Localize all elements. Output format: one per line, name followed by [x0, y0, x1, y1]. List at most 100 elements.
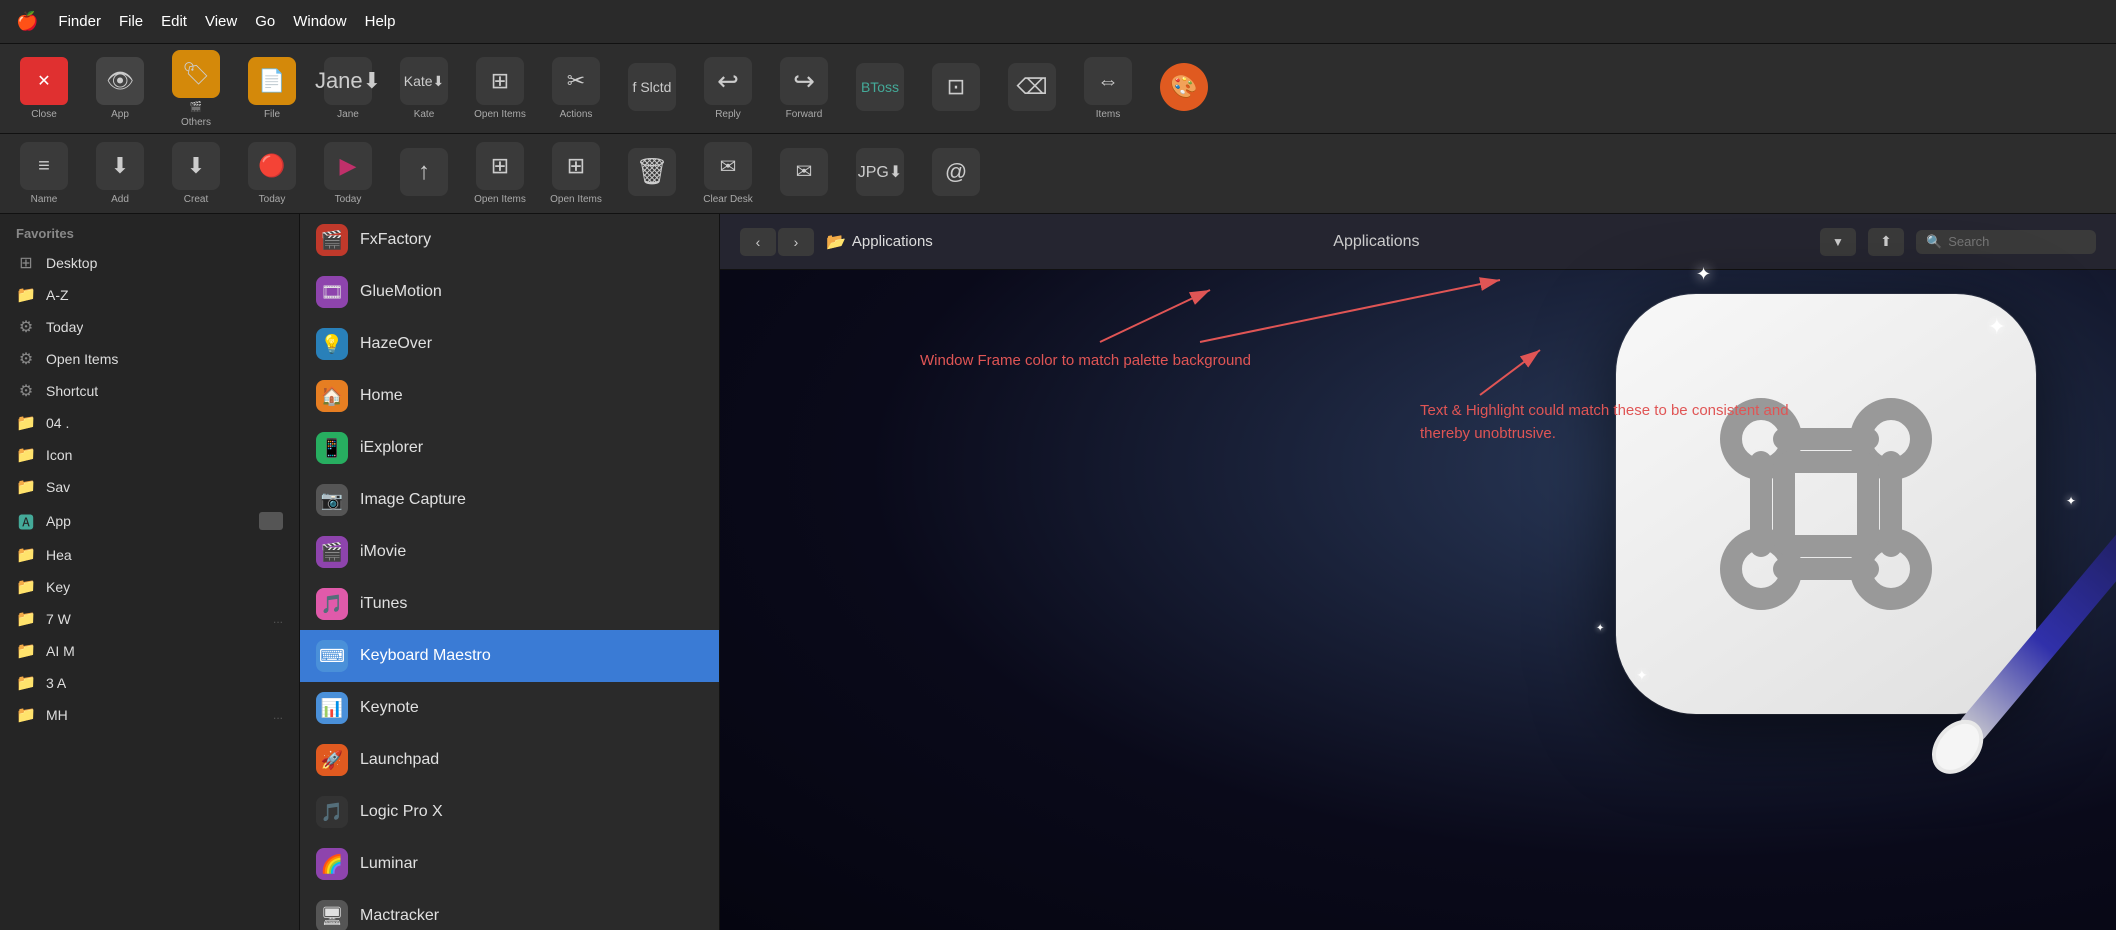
open-items3-button[interactable]: ⊞ Open Items — [540, 134, 612, 214]
clear-icon-button[interactable]: ⌫ — [996, 49, 1068, 129]
jane-button[interactable]: Jane⬇ Jane — [312, 49, 384, 129]
app-list-item-logic-pro[interactable]: 🎵 Logic Pro X — [300, 786, 719, 838]
app-list-item-imovie[interactable]: 🎬 iMovie — [300, 526, 719, 578]
app-list-item-fxfactory[interactable]: 🎬 FxFactory — [300, 214, 719, 266]
home-icon: 🏠 — [316, 380, 348, 412]
sidebar-item-today[interactable]: ⚙ Today — [0, 311, 299, 343]
up-arrow-button[interactable]: ↑ — [388, 134, 460, 214]
app-list-item-luminar[interactable]: 🌈 Luminar — [300, 838, 719, 890]
sidebar-item-az[interactable]: 📁 A-Z — [0, 279, 299, 311]
sidebar-item-04[interactable]: 📁 04 . — [0, 407, 299, 439]
topbar-right: ▼ ⬆ 🔍 — [1820, 228, 2096, 256]
clear-desk-button[interactable]: ✉ Clear Desk — [692, 134, 764, 214]
app-list-item-keynote[interactable]: 📊 Keynote — [300, 682, 719, 734]
email-button[interactable]: ✉ — [768, 134, 840, 214]
split-button[interactable]: ⊡ — [920, 49, 992, 129]
sidebar-item-aim[interactable]: 📁 AI M — [0, 635, 299, 667]
sidebar-today-label: Today — [46, 319, 83, 335]
apple-menu[interactable]: 🍎 — [16, 11, 38, 32]
open-items2-label: Open Items — [474, 194, 526, 205]
sidebar-item-3a[interactable]: 📁 3 A — [0, 667, 299, 699]
app-list-panel: 🎬 FxFactory 🎞 GlueMotion 💡 HazeOver 🏠 Ho… — [300, 214, 720, 930]
app-list-item-keyboard-maestro[interactable]: ⌨ Keyboard Maestro — [300, 630, 719, 682]
menu-window[interactable]: Window — [293, 13, 346, 30]
file-label: File — [264, 109, 280, 120]
trash-icon: 🗑 — [628, 148, 676, 196]
share-button[interactable]: ⬆ — [1868, 228, 1904, 256]
clear-x-icon: ⌫ — [1008, 63, 1056, 111]
luminar-label: Luminar — [360, 855, 418, 873]
today2-button[interactable]: ▶ Today — [312, 134, 384, 214]
file-button[interactable]: 📄 File — [236, 49, 308, 129]
app-list-item-home[interactable]: 🏠 Home — [300, 370, 719, 422]
actions-icon: ✂ — [552, 57, 600, 105]
sidebar-item-app[interactable]: 🅰 App — [0, 503, 299, 539]
menu-edit[interactable]: Edit — [161, 13, 187, 30]
menu-file[interactable]: File — [119, 13, 143, 30]
open-items-label: Open Items — [474, 109, 526, 120]
toolbar-row1: ✕ Close 👁 App 🏷 🎬 Others 📄 File Jane⬇ Ja… — [0, 44, 2116, 134]
forward-nav-button[interactable]: › — [778, 228, 814, 256]
reply-button[interactable]: ↩ Reply — [692, 49, 764, 129]
menu-view[interactable]: View — [205, 13, 237, 30]
kate-button[interactable]: Kate⬇ Kate — [388, 49, 460, 129]
sidebar-item-open-items[interactable]: ⚙ Open Items — [0, 343, 299, 375]
app-button[interactable]: 👁 App — [84, 49, 156, 129]
folder-key-icon: 📁 — [16, 577, 36, 597]
today1-button[interactable]: 🔴 Today — [236, 134, 308, 214]
kate-label: Kate — [414, 109, 435, 120]
actions-button[interactable]: ✂ Actions — [540, 49, 612, 129]
content-topbar: ‹ › 📂 Applications Applications ▼ ⬆ — [720, 214, 2116, 270]
open-items2-icon: ⊞ — [476, 142, 524, 190]
menu-help[interactable]: Help — [365, 13, 396, 30]
fslctd-button[interactable]: f Slctd — [616, 49, 688, 129]
mactracker-icon: 🖥 — [316, 900, 348, 930]
add-button[interactable]: ⬇ Add — [84, 134, 156, 214]
search-input[interactable] — [1948, 234, 2068, 249]
app-list-item-mactracker[interactable]: 🖥 Mactracker — [300, 890, 719, 930]
mailto-button[interactable]: @ — [920, 134, 992, 214]
open-items-button[interactable]: ⊞ Open Items — [464, 49, 536, 129]
trash-button[interactable]: 🗑 — [616, 134, 688, 214]
palette-button[interactable]: 🎨 — [1148, 49, 1220, 129]
sidebar-item-icon[interactable]: 📁 Icon — [0, 439, 299, 471]
open-items2-button[interactable]: ⊞ Open Items — [464, 134, 536, 214]
today1-icon: 🔴 — [248, 142, 296, 190]
content-area: ‹ › 📂 Applications Applications ▼ ⬆ — [720, 214, 2116, 930]
view-dropdown-button[interactable]: ▼ — [1820, 228, 1856, 256]
app-list-item-launchpad[interactable]: 🚀 Launchpad — [300, 734, 719, 786]
sidebar-item-7w[interactable]: 📁 7 W ... — [0, 603, 299, 635]
app-list-item-gluemotion[interactable]: 🎞 GlueMotion — [300, 266, 719, 318]
sidebar-item-hea[interactable]: 📁 Hea — [0, 539, 299, 571]
app-list-item-iexplorer[interactable]: 📱 iExplorer — [300, 422, 719, 474]
view-chevron-icon: ▼ — [1832, 235, 1844, 249]
sidebar-item-desktop[interactable]: ⊞ Desktop — [0, 247, 299, 279]
close-button[interactable]: ✕ Close — [8, 49, 80, 129]
breadcrumb: 📂 Applications — [826, 232, 933, 252]
others-label: 🎬 — [190, 102, 202, 113]
clear-desk-icon: ✉ — [704, 142, 752, 190]
command-symbol-svg — [1696, 374, 1956, 634]
sidebar-item-sav[interactable]: 📁 Sav — [0, 471, 299, 503]
jpg-button[interactable]: JPG⬇ — [844, 134, 916, 214]
menu-go[interactable]: Go — [255, 13, 275, 30]
app-list-item-hazeover[interactable]: 💡 HazeOver — [300, 318, 719, 370]
nav-buttons: ‹ › — [740, 228, 814, 256]
forward-nav-icon: › — [794, 234, 799, 250]
sidebar-item-key[interactable]: 📁 Key — [0, 571, 299, 603]
btoss-button[interactable]: BToss — [844, 49, 916, 129]
app-list-item-image-capture[interactable]: 📷 Image Capture — [300, 474, 719, 526]
others-button[interactable]: 🏷 🎬 Others — [160, 49, 232, 129]
items-button[interactable]: ⇔ Items — [1072, 49, 1144, 129]
forward-button[interactable]: ↪ Forward — [768, 49, 840, 129]
creat-button[interactable]: ⬇ Creat — [160, 134, 232, 214]
app-list-item-itunes[interactable]: 🎵 iTunes — [300, 578, 719, 630]
add-icon: ⬇ — [96, 142, 144, 190]
menu-finder[interactable]: Finder — [58, 13, 101, 30]
sidebar-item-shortcut[interactable]: ⚙ Shortcut — [0, 375, 299, 407]
home-label: Home — [360, 387, 403, 405]
back-button[interactable]: ‹ — [740, 228, 776, 256]
name-button[interactable]: ≡ Name — [8, 134, 80, 214]
mh-dots: ... — [273, 708, 283, 722]
sidebar-item-mh[interactable]: 📁 MH ... — [0, 699, 299, 731]
